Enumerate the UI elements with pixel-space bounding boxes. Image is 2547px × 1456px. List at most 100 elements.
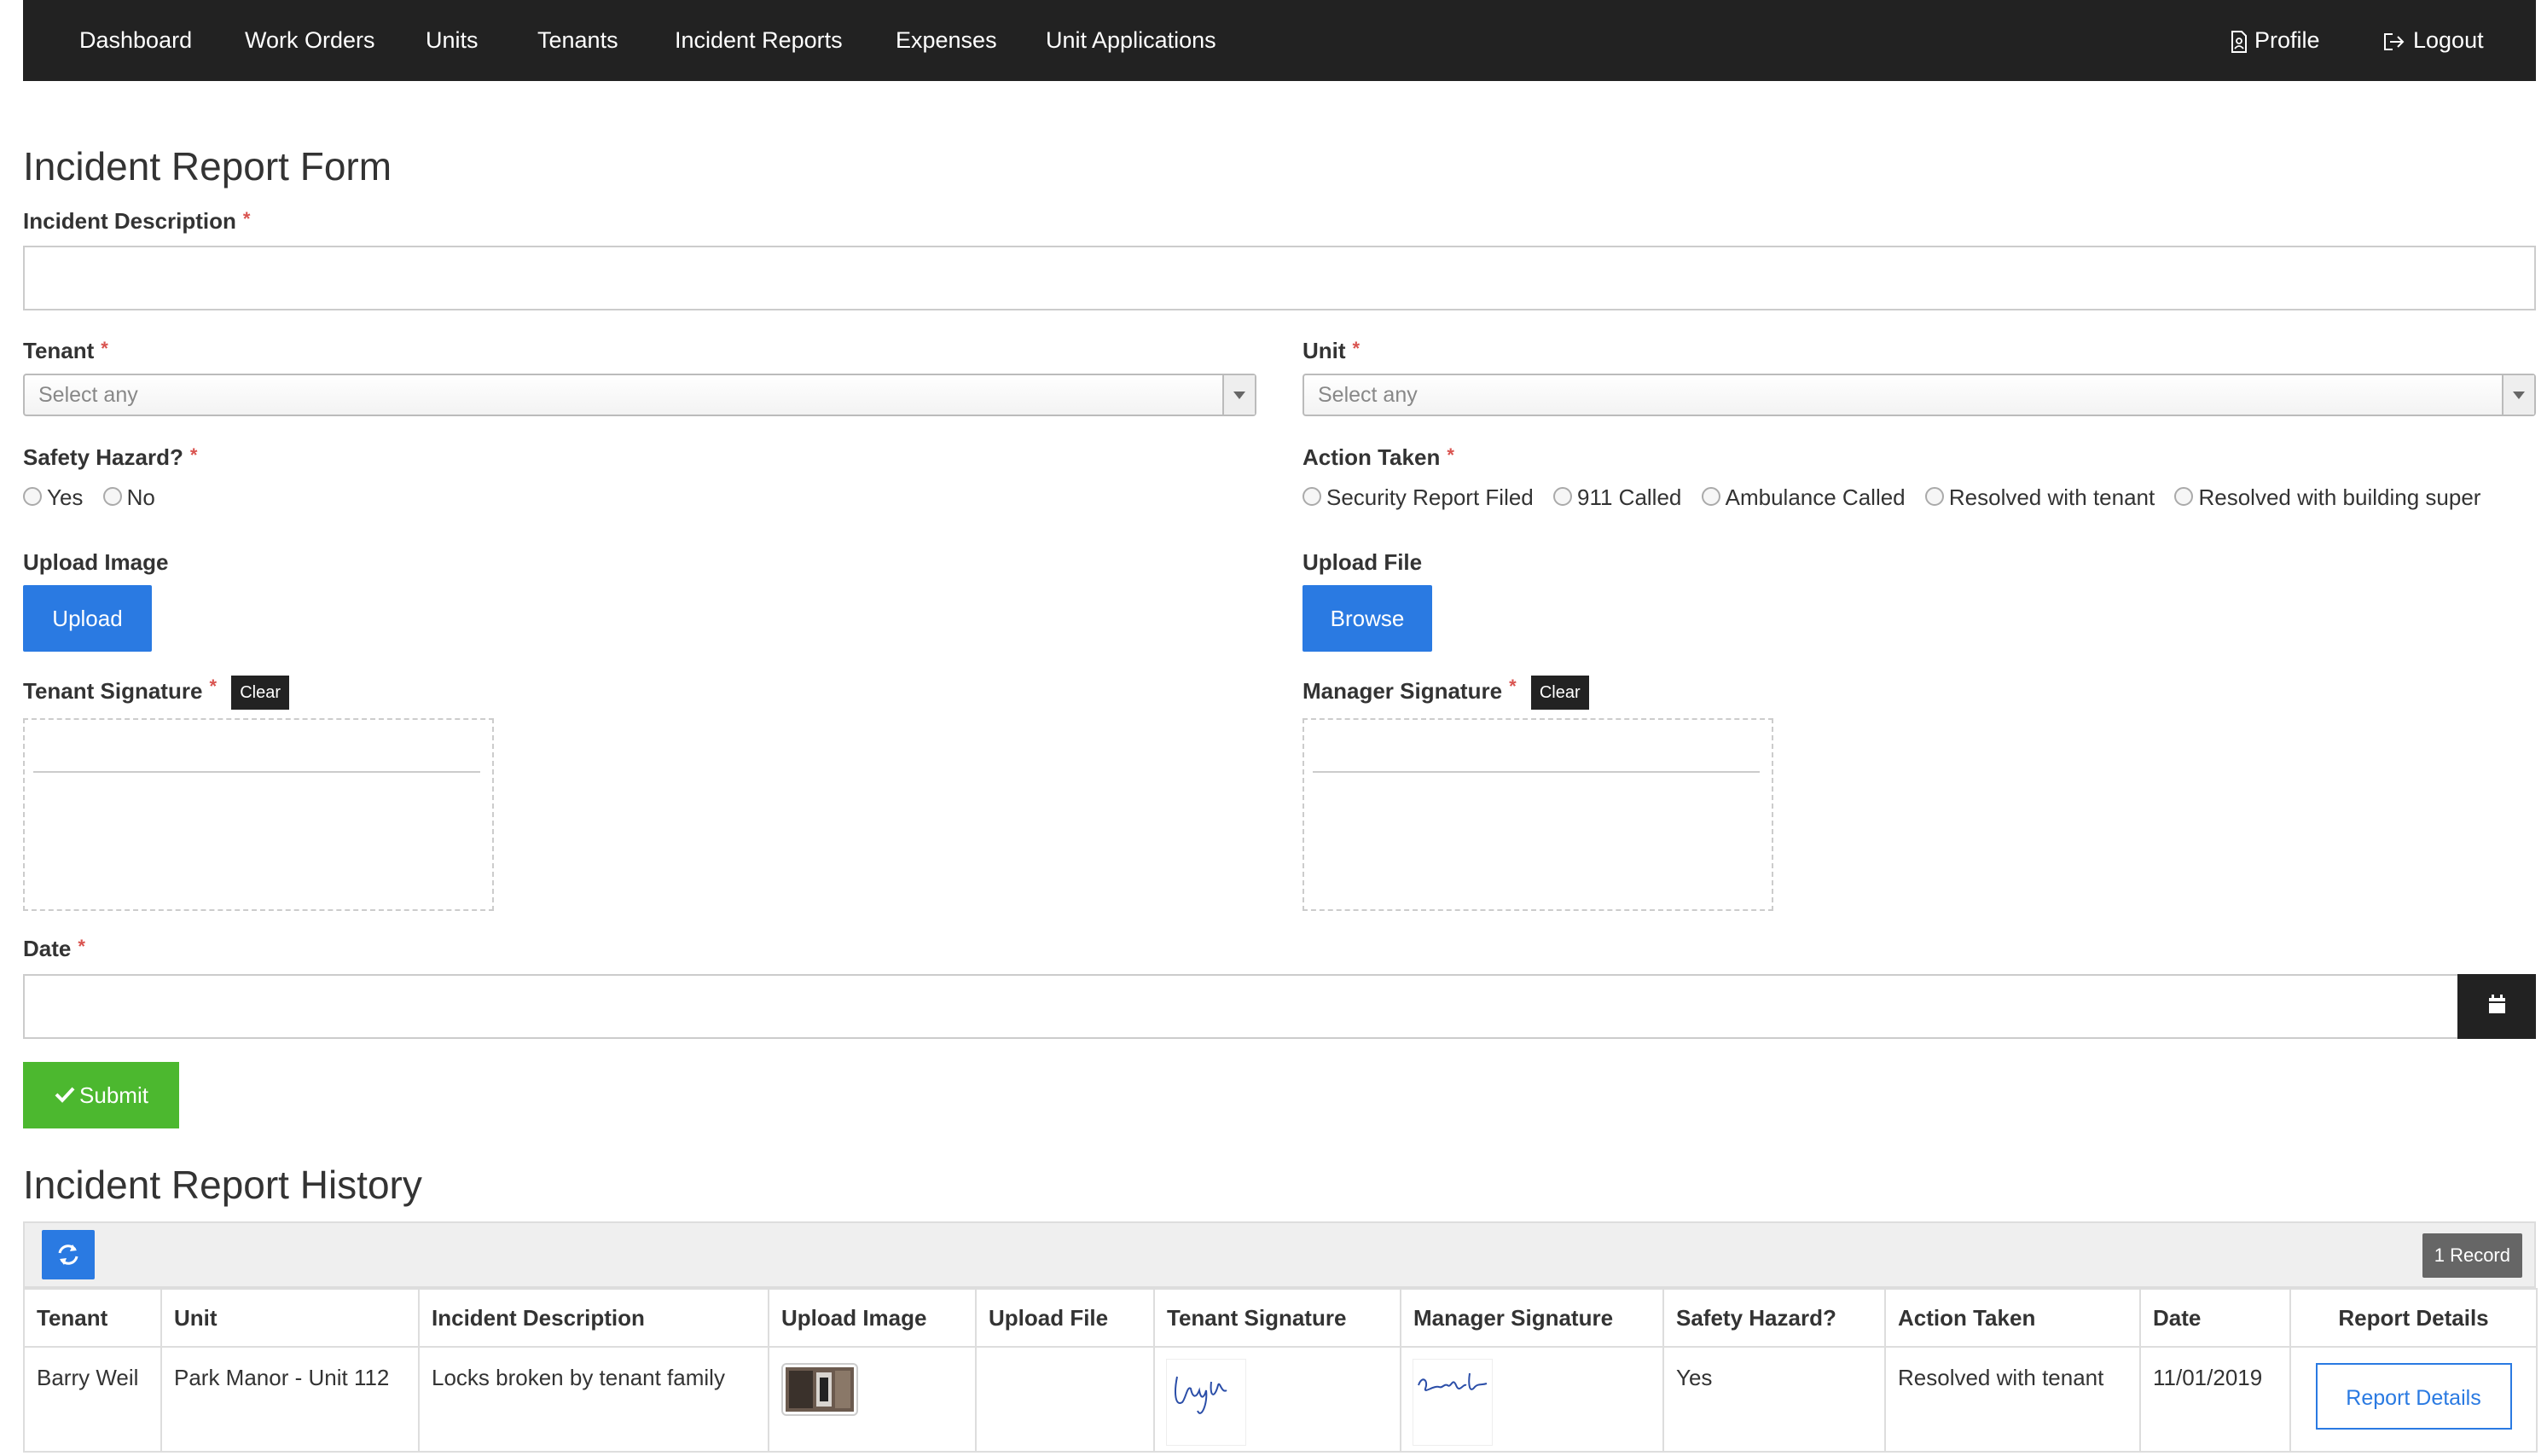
profile-icon [2231,30,2247,53]
tenant-signature-thumbnail[interactable] [1167,1360,1245,1445]
description-label: Incident Description * [23,208,251,234]
radio-circle-icon [102,487,122,507]
cell-upload-file [975,1346,1155,1453]
tenant-select-placeholder: Select any [38,383,138,407]
tenant-signature-label: Tenant Signature * Clear [23,676,290,710]
nav-work-orders[interactable]: Work Orders [245,0,375,81]
action-taken-label: Action Taken * [1303,444,1454,470]
radio-circle-icon [1303,487,1321,507]
safety-radio-no[interactable]: No [102,484,155,511]
radio-circle-icon [2174,487,2194,507]
upload-image-button[interactable]: Upload [23,585,152,652]
cell-action-taken: Resolved with tenant [1884,1346,2141,1453]
profile-label: Profile [2254,27,2320,53]
logout-label: Logout [2413,27,2484,53]
manager-signature-clear-button[interactable]: Clear [1530,676,1589,710]
submit-button[interactable]: Submit [23,1062,179,1128]
incident-history-table: Tenant Unit Incident Description Upload … [23,1288,2538,1453]
cell-manager-signature [1400,1346,1664,1453]
action-radio-security-report[interactable]: Security Report Filed [1303,484,1534,511]
incident-description-input[interactable] [23,246,2536,310]
action-taken-radio-group: Security Report Filed 911 Called Ambulan… [1303,484,2494,511]
image-thumbnail[interactable] [781,1363,858,1416]
action-radio-ambulance-called[interactable]: Ambulance Called [1701,484,1906,511]
nav-unit-applications[interactable]: Unit Applications [1046,0,1216,81]
column-header-unit[interactable]: Unit [160,1288,420,1348]
action-radio-911-called[interactable]: 911 Called [1553,484,1681,511]
cell-upload-image [768,1346,977,1453]
cell-safety-hazard: Yes [1662,1346,1886,1453]
handwritten-signature-image [1418,1372,1488,1391]
column-header-description[interactable]: Incident Description [418,1288,769,1348]
safety-hazard-label: Safety Hazard? * [23,444,198,470]
manager-signature-thumbnail[interactable] [1413,1360,1492,1445]
action-radio-resolved-super[interactable]: Resolved with building super [2174,484,2480,511]
radio-circle-icon [1924,487,1944,507]
nav-dashboard[interactable]: Dashboard [79,0,192,81]
handwritten-signature-image [1175,1376,1227,1414]
column-header-tenant[interactable]: Tenant [23,1288,162,1348]
nav-units[interactable]: Units [426,0,479,81]
manager-signature-label: Manager Signature * Clear [1303,676,1589,710]
browse-file-button[interactable]: Browse [1303,585,1432,652]
date-input[interactable] [23,974,2459,1039]
page: Dashboard Work Orders Units Tenants Inci… [0,0,2547,1456]
column-header-upload-image[interactable]: Upload Image [768,1288,977,1348]
radio-circle-icon [23,487,42,507]
column-header-action-taken[interactable]: Action Taken [1884,1288,2141,1348]
history-toolbar: 1 Record [23,1221,2536,1288]
door-lock-photo-icon [786,1367,854,1412]
nav-tenants[interactable]: Tenants [537,0,618,81]
table-row: Barry Weil Park Manor - Unit 112 Locks b… [23,1346,2538,1453]
tenant-signature-clear-button[interactable]: Clear [231,676,290,710]
column-header-report-details: Report Details [2289,1288,2538,1348]
radio-circle-icon [1701,487,1720,507]
cell-date: 11/01/2019 [2139,1346,2291,1453]
column-header-upload-file[interactable]: Upload File [975,1288,1155,1348]
column-header-tenant-signature[interactable]: Tenant Signature [1153,1288,1401,1348]
unit-label: Unit * [1303,338,1361,363]
column-header-manager-signature[interactable]: Manager Signature [1400,1288,1664,1348]
upload-image-label: Upload Image [23,549,169,575]
unit-select-placeholder: Select any [1318,383,1418,407]
manager-signature-pad[interactable] [1303,718,1773,911]
tenant-label: Tenant * [23,338,108,363]
date-label: Date * [23,936,85,961]
table-header-row: Tenant Unit Incident Description Upload … [23,1288,2538,1348]
record-count-badge: 1 Record [2422,1233,2522,1278]
cell-tenant-signature [1153,1346,1401,1453]
signature-line [33,771,480,773]
cell-unit: Park Manor - Unit 112 [160,1346,420,1453]
logout-icon [2384,32,2405,50]
top-navbar: Dashboard Work Orders Units Tenants Inci… [23,0,2536,81]
column-header-safety-hazard[interactable]: Safety Hazard? [1662,1288,1886,1348]
column-header-date[interactable]: Date [2139,1288,2291,1348]
checkmark-icon [55,1087,75,1104]
nav-logout[interactable]: Logout [2382,0,2484,81]
report-details-button[interactable]: Report Details [2315,1363,2512,1430]
tenant-signature-pad[interactable] [23,718,494,911]
signature-line [1313,771,1760,773]
radio-circle-icon [1553,487,1572,507]
cell-report-details: Report Details [2289,1346,2538,1453]
nav-incident-reports[interactable]: Incident Reports [675,0,843,81]
upload-file-label: Upload File [1303,549,1423,575]
calendar-button[interactable] [2457,974,2536,1039]
cell-description: Locks broken by tenant family [418,1346,769,1453]
safety-hazard-radio-group: Yes No [23,484,169,511]
refresh-icon [58,1244,78,1265]
chevron-down-icon [2502,375,2534,415]
chevron-down-icon [1222,375,1255,415]
nav-expenses[interactable]: Expenses [896,0,997,81]
form-title: Incident Report Form [23,144,392,189]
calendar-icon [2489,995,2505,1013]
nav-profile[interactable]: Profile [2231,0,2320,81]
cell-tenant: Barry Weil [23,1346,162,1453]
unit-select[interactable]: Select any [1303,374,2536,416]
safety-radio-yes[interactable]: Yes [23,484,83,511]
submit-label: Submit [79,1082,148,1108]
refresh-button[interactable] [42,1230,95,1279]
action-radio-resolved-tenant[interactable]: Resolved with tenant [1924,484,2155,511]
tenant-select[interactable]: Select any [23,374,1256,416]
history-title: Incident Report History [23,1163,422,1207]
